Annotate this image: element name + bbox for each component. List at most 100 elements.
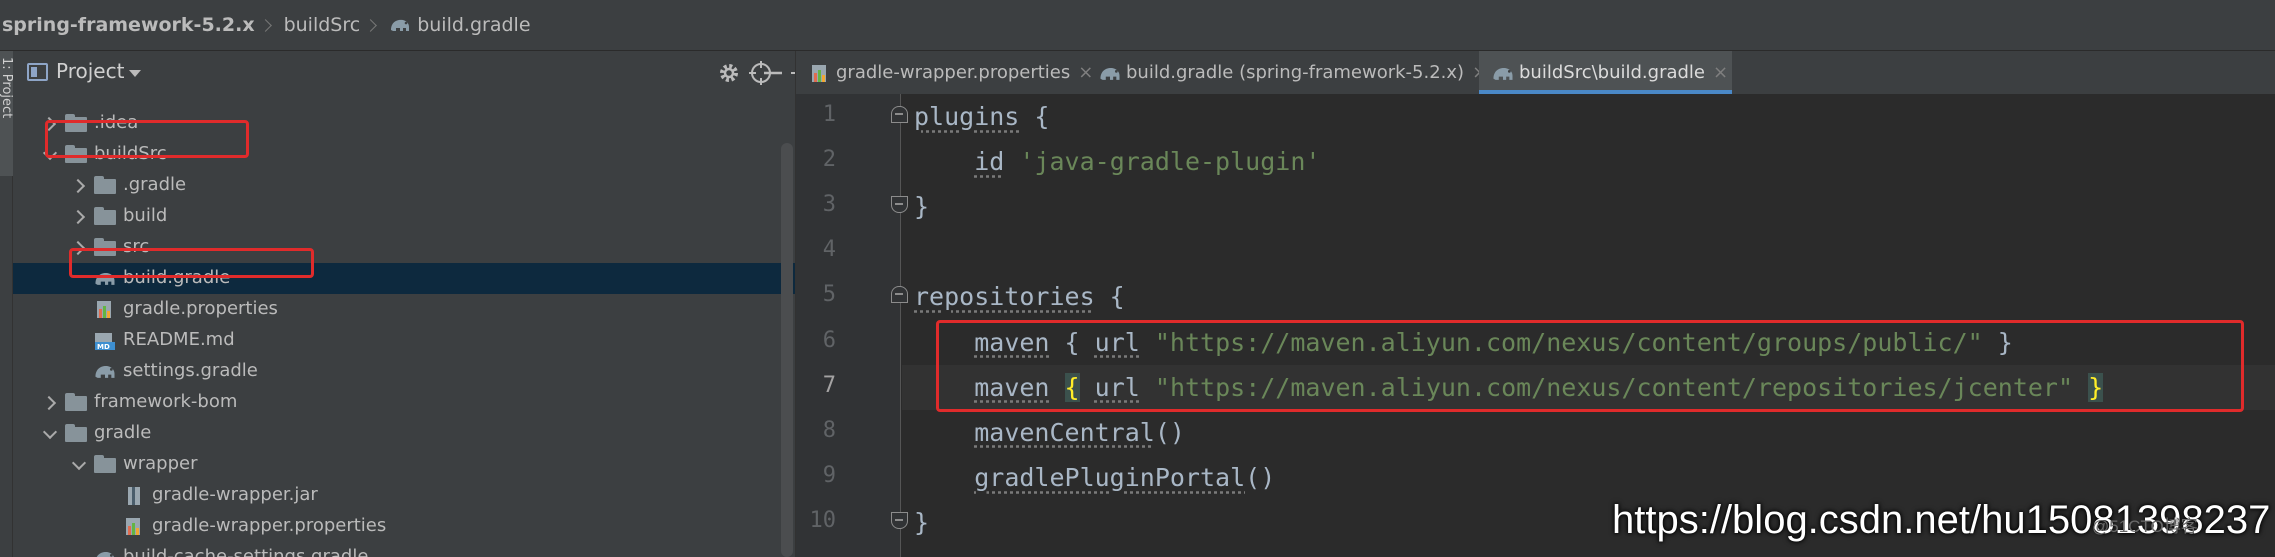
chevron-right-icon[interactable] bbox=[41, 115, 59, 133]
fold-end-icon[interactable] bbox=[891, 196, 908, 214]
code-line: plugins { bbox=[914, 94, 1049, 139]
line-number: 5 bbox=[822, 282, 836, 308]
project-tree-scrollbar[interactable] bbox=[781, 143, 793, 557]
tree-item-src[interactable]: src bbox=[13, 232, 795, 263]
properties-file-icon bbox=[122, 517, 146, 536]
chevron-down-icon[interactable] bbox=[129, 70, 141, 77]
tree-item-gradle[interactable]: .gradle bbox=[13, 170, 795, 201]
breadcrumb-file-label: build.gradle bbox=[417, 14, 531, 36]
tree-item-build-cache-settings-gradle[interactable]: build-cache-settings.gradle bbox=[13, 542, 795, 557]
folder-icon bbox=[93, 176, 117, 195]
fold-collapse-icon[interactable] bbox=[891, 106, 908, 123]
watermark-faint-text: @51CTO博客 bbox=[2092, 517, 2198, 536]
project-stripe-button[interactable]: 1: Project bbox=[0, 51, 14, 176]
fold-collapse-icon[interactable] bbox=[891, 286, 908, 304]
properties-file-icon bbox=[93, 300, 117, 319]
code-line: repositories { bbox=[914, 274, 1125, 319]
tree-item-readme-md[interactable]: MD README.md bbox=[13, 325, 795, 356]
string-literal: 'java-gradle-plugin' bbox=[1019, 147, 1321, 177]
fold-end-icon[interactable] bbox=[891, 511, 908, 529]
chevron-down-icon[interactable] bbox=[41, 146, 59, 164]
project-tool-window-header: Project bbox=[13, 51, 809, 94]
gradle-elephant-icon bbox=[93, 269, 117, 288]
hide-panel-button[interactable] bbox=[760, 60, 786, 86]
chevron-right-icon[interactable] bbox=[70, 208, 88, 226]
identifier: maven bbox=[974, 327, 1050, 357]
line-number: 4 bbox=[822, 237, 836, 263]
tree-item-gradle-properties[interactable]: gradle.properties bbox=[13, 294, 795, 325]
tree-item-label: gradle.properties bbox=[123, 298, 278, 319]
tree-item-label: build bbox=[123, 205, 168, 226]
tree-item-label: gradle-wrapper.properties bbox=[152, 515, 387, 536]
identifier: gradlePluginPortal bbox=[974, 462, 1246, 492]
tree-item-build[interactable]: build bbox=[13, 201, 795, 232]
breadcrumb-buildsrc[interactable]: buildSrc bbox=[284, 0, 361, 50]
code-line: id 'java-gradle-plugin' bbox=[914, 139, 1320, 184]
tree-item-settings-gradle[interactable]: settings.gradle bbox=[13, 356, 795, 387]
folder-icon bbox=[64, 114, 88, 133]
line-number: 8 bbox=[822, 417, 836, 443]
close-icon[interactable]: × bbox=[1713, 62, 1728, 83]
chevron-down-icon[interactable] bbox=[70, 456, 88, 474]
tree-item-framework-bom[interactable]: framework-bom bbox=[13, 387, 795, 418]
chevron-right-icon[interactable] bbox=[70, 239, 88, 257]
folder-icon bbox=[64, 393, 88, 412]
code-token: } bbox=[2088, 372, 2104, 402]
line-number: 2 bbox=[822, 147, 836, 173]
identifier: repositories bbox=[914, 282, 1095, 312]
line-number-gutter: 1 2 3 4 5 6 7 8 9 10 bbox=[796, 94, 901, 557]
editor-tab[interactable]: buildSrc\build.gradle × bbox=[1479, 51, 1732, 94]
identifier: url bbox=[1094, 327, 1140, 357]
tree-item-gradle-wrapper-properties[interactable]: gradle-wrapper.properties bbox=[13, 511, 795, 542]
line-number: 9 bbox=[822, 462, 836, 488]
breadcrumb-project[interactable]: spring-framework-5.2.x bbox=[0, 0, 255, 50]
left-tool-stripe: 1: Project bbox=[0, 51, 14, 557]
code-line: } bbox=[914, 184, 929, 229]
code-token: () bbox=[1154, 417, 1185, 447]
chevron-right-icon[interactable] bbox=[41, 394, 59, 412]
editor-tab[interactable]: build.gradle (spring-framework-5.2.x)× bbox=[1086, 51, 1487, 94]
chevron-right-icon[interactable] bbox=[70, 177, 88, 195]
folder-icon bbox=[64, 424, 88, 443]
gradle-elephant-icon bbox=[391, 19, 410, 31]
tree-item-label: README.md bbox=[123, 329, 235, 350]
code-token: } bbox=[1982, 327, 2013, 357]
tree-item-gradle[interactable]: gradle bbox=[13, 418, 795, 449]
identifier: id bbox=[974, 147, 1005, 177]
tree-item-label: settings.gradle bbox=[123, 360, 258, 381]
chevron-down-icon[interactable] bbox=[41, 425, 59, 443]
gear-icon bbox=[720, 64, 738, 82]
editor-tab[interactable]: gradle-wrapper.properties × bbox=[796, 51, 1093, 94]
tree-item-label: build-cache-settings.gradle bbox=[123, 546, 369, 557]
tree-item-label: framework-bom bbox=[94, 391, 238, 412]
tree-item-wrapper[interactable]: wrapper bbox=[13, 449, 795, 480]
string-literal: "https://maven.aliyun.com/nexus/content/… bbox=[1154, 372, 2074, 402]
tree-item-label: src bbox=[123, 236, 150, 257]
identifier: url bbox=[1094, 372, 1140, 402]
editor-tab-label: gradle-wrapper.properties bbox=[836, 62, 1071, 83]
jar-file-icon bbox=[122, 486, 146, 505]
code-token: { bbox=[1094, 282, 1125, 312]
tree-item-buildsrc[interactable]: buildSrc bbox=[13, 139, 795, 170]
code-token: } bbox=[914, 192, 930, 222]
settings-button[interactable] bbox=[716, 60, 742, 86]
project-tool-window: Project .idea buildSrc .gradle build src buil… bbox=[13, 51, 809, 557]
project-stripe-label: 1: Project bbox=[0, 57, 14, 119]
breadcrumb-project-label: spring-framework-5.2.x bbox=[2, 14, 255, 36]
line-number: 10 bbox=[809, 507, 837, 533]
tree-item-idea[interactable]: .idea bbox=[13, 108, 795, 139]
tree-item-build-gradle[interactable]: build.gradle bbox=[13, 263, 795, 294]
folder-icon bbox=[93, 238, 117, 257]
tree-item-label: .idea bbox=[94, 112, 139, 133]
code-line: maven { url "https://maven.aliyun.com/ne… bbox=[914, 320, 2013, 365]
breadcrumb-file[interactable]: build.gradle bbox=[389, 0, 531, 50]
project-view-selector[interactable]: Project bbox=[56, 59, 124, 83]
tree-item-label: .gradle bbox=[123, 174, 187, 195]
code-editor[interactable]: 1 2 3 4 5 6 7 8 9 10 plugins { id 'java-gradle-pl… bbox=[796, 94, 2275, 557]
tree-item-gradle-wrapper-jar[interactable]: gradle-wrapper.jar bbox=[13, 480, 795, 511]
